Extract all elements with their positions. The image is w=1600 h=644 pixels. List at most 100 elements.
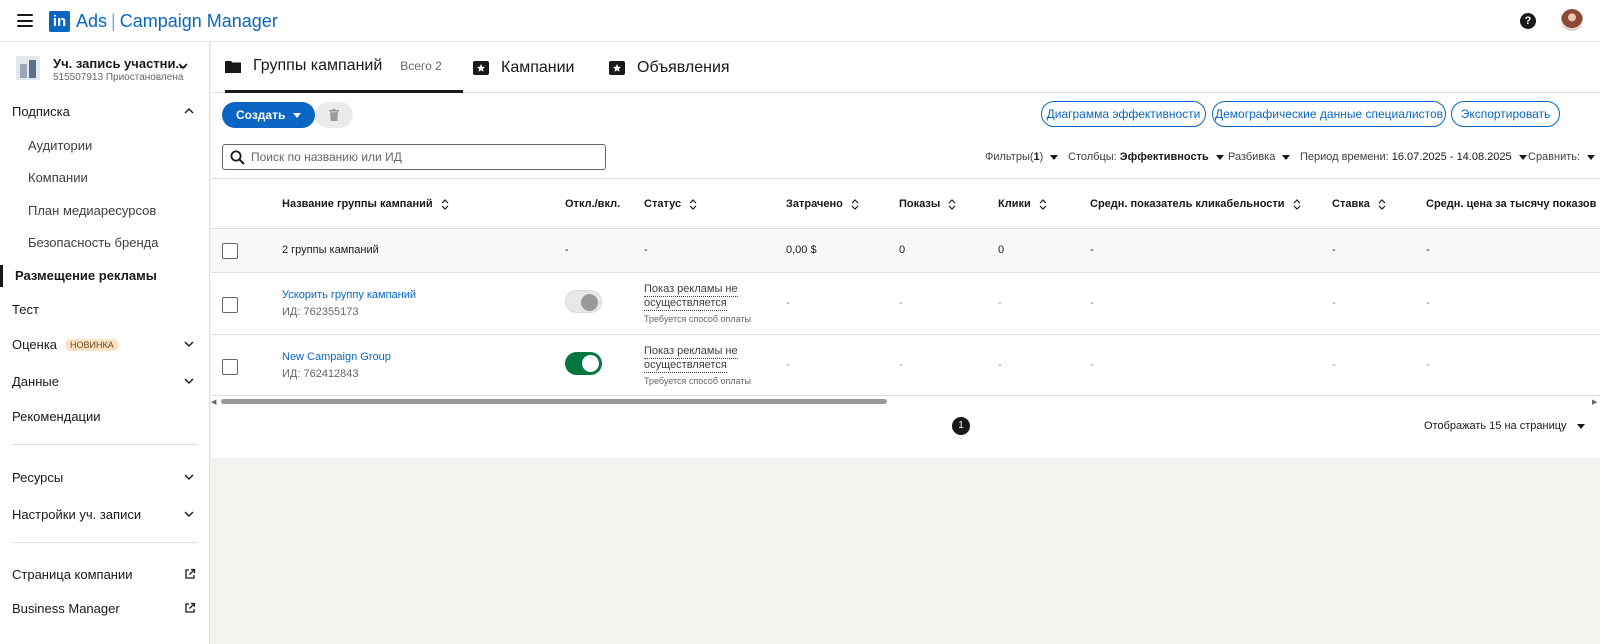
row-checkbox[interactable] <box>222 359 238 375</box>
row-checkbox[interactable] <box>222 297 238 313</box>
status-cell[interactable]: Показ рекламы не осуществляется Требуетс… <box>644 283 751 326</box>
chevron-down-icon[interactable] <box>183 375 195 387</box>
sidebar-item-brand-safety[interactable]: Безопасность бренда <box>28 235 158 250</box>
sidebar-item-test[interactable]: Тест <box>12 302 39 317</box>
sort-icon <box>851 198 859 210</box>
external-link-icon[interactable] <box>184 602 196 614</box>
status-toggle[interactable] <box>565 290 602 313</box>
search-input[interactable] <box>251 148 591 166</box>
help-icon[interactable]: ? <box>1520 13 1536 29</box>
menu-icon[interactable] <box>17 14 33 27</box>
sidebar-item-evaluation[interactable]: Оценка НОВИНКА <box>12 337 119 352</box>
period-label: Период времени: <box>1300 151 1389 163</box>
sidebar-item-account-settings[interactable]: Настройки уч. записи <box>12 507 141 522</box>
table-summary-row: 2 группы кампаний - - 0,00 $ 0 0 - - - <box>211 228 1600 272</box>
compare-dropdown[interactable]: Сравнить: <box>1528 151 1596 163</box>
chevron-down-icon[interactable] <box>177 60 189 75</box>
column-header-label: Ставка <box>1332 198 1370 210</box>
columns-dropdown[interactable]: Столбцы: Эффективность <box>1068 151 1224 163</box>
tab-bar: Группы кампаний Всего 2 Кампании Объявле… <box>211 42 1600 93</box>
status-toggle[interactable] <box>565 352 602 375</box>
chevron-down-icon[interactable] <box>183 471 195 483</box>
sort-icon <box>1039 198 1047 210</box>
sidebar-item-media-plan[interactable]: План медиаресурсов <box>28 203 156 218</box>
row-clicks: - <box>998 297 1002 309</box>
tab-campaigns[interactable]: Кампании <box>473 42 575 93</box>
sidebar-item-recommendations[interactable]: Рекомендации <box>12 409 101 424</box>
chevron-down-icon[interactable] <box>183 508 195 520</box>
select-all-checkbox[interactable] <box>222 243 238 259</box>
search-field[interactable] <box>222 144 606 170</box>
search-icon <box>230 150 245 165</box>
delete-button[interactable] <box>315 102 353 128</box>
create-button[interactable]: Создать <box>222 102 316 128</box>
demographics-button[interactable]: Демографические данные специалистов <box>1212 101 1446 127</box>
status-cell[interactable]: Показ рекламы не осуществляется Требуетс… <box>644 345 751 388</box>
sidebar-item-ad-placement[interactable]: Размещение рекламы <box>0 265 210 287</box>
campaign-group-name-link[interactable]: Ускорить группу кампаний <box>282 289 416 301</box>
scroll-left-icon[interactable]: ◀ <box>211 398 216 406</box>
column-header-status[interactable]: Статус <box>644 198 697 210</box>
sidebar-item-business-manager[interactable]: Business Manager <box>12 601 120 616</box>
sidebar-item-audiences[interactable]: Аудитории <box>28 138 92 153</box>
scroll-right-icon[interactable]: ▶ <box>1592 398 1597 406</box>
row-cpm: - <box>1426 297 1430 309</box>
column-header-bid[interactable]: Ставка <box>1332 198 1386 210</box>
tab-campaign-groups[interactable]: Группы кампаний Всего 2 <box>225 42 463 93</box>
period-dropdown[interactable]: Период времени: 16.07.2025 - 14.08.2025 <box>1300 151 1527 163</box>
column-header-cpm[interactable]: Средн. цена за тысячу показов <box>1426 198 1596 210</box>
per-page-dropdown[interactable]: Отображать 15 на страницу <box>1424 420 1585 432</box>
sidebar-item-resources[interactable]: Ресурсы <box>12 470 63 485</box>
row-cpm: - <box>1426 359 1430 371</box>
sidebar-item-label: Оценка <box>12 337 58 352</box>
payment-required-note: Требуется способ оплаты <box>644 376 752 386</box>
period-value: 16.07.2025 - 14.08.2025 <box>1391 151 1512 163</box>
column-header-ctr[interactable]: Средн. показатель кликабельности <box>1090 198 1301 210</box>
avatar[interactable] <box>1561 9 1583 31</box>
column-header-label: Клики <box>998 198 1031 210</box>
caret-down-icon <box>1282 154 1291 160</box>
breakdown-dropdown[interactable]: Разбивка <box>1228 151 1291 163</box>
column-header-toggle: Откл./вкл. <box>565 198 621 210</box>
chevron-up-icon[interactable] <box>183 105 195 117</box>
row-spent: - <box>786 297 790 309</box>
main-panel: Группы кампаний Всего 2 Кампании Объявле… <box>211 42 1600 458</box>
column-header-name[interactable]: Название группы кампаний <box>282 198 449 210</box>
performance-chart-button[interactable]: Диаграмма эффективности <box>1041 101 1206 127</box>
column-header-impressions[interactable]: Показы <box>899 198 956 210</box>
column-header-label: Название группы кампаний <box>282 198 433 210</box>
column-header-clicks[interactable]: Клики <box>998 198 1047 210</box>
brand-title[interactable]: Ads | Campaign Manager <box>76 11 278 32</box>
sidebar-item-data[interactable]: Данные <box>12 374 59 389</box>
row-ctr: - <box>1090 297 1094 309</box>
horizontal-scrollbar[interactable]: ◀ ▶ <box>211 397 1600 406</box>
summary-status: - <box>644 244 648 256</box>
tab-ads[interactable]: Объявления <box>609 42 730 93</box>
sidebar-item-subscription[interactable]: Подписка <box>12 104 70 119</box>
scrollbar-thumb[interactable] <box>221 399 887 404</box>
sidebar-item-companies[interactable]: Компании <box>28 170 88 185</box>
linkedin-logo[interactable]: in <box>49 11 70 32</box>
column-header-spent[interactable]: Затрачено <box>786 198 859 210</box>
sidebar-item-company-page[interactable]: Страница компании <box>12 567 133 582</box>
caret-down-icon <box>1587 154 1596 160</box>
table-row: Ускорить группу кампаний ИД: 762355173 П… <box>211 272 1600 334</box>
page-1-button[interactable]: 1 <box>952 417 970 435</box>
filters-label: Фильтры( <box>985 151 1034 163</box>
row-clicks: - <box>998 359 1002 371</box>
summary-name: 2 группы кампаний <box>282 244 379 256</box>
sidebar-divider <box>12 542 198 543</box>
campaign-group-name-link[interactable]: New Campaign Group <box>282 351 391 363</box>
account-switcher[interactable]: Уч. запись участни... 515507913 Приостан… <box>12 54 202 94</box>
external-link-icon[interactable] <box>184 568 196 580</box>
filters-dropdown[interactable]: Фильтры(1) <box>985 151 1059 163</box>
row-spent: - <box>786 359 790 371</box>
chevron-down-icon[interactable] <box>183 338 195 350</box>
summary-spent: 0,00 $ <box>786 244 817 256</box>
column-header-label: Показы <box>899 198 941 210</box>
export-button[interactable]: Экспортировать <box>1451 101 1560 127</box>
sort-icon <box>1293 198 1300 210</box>
account-subtitle: 515507913 Приостановлена <box>53 72 184 83</box>
sort-icon <box>689 198 697 210</box>
brand-separator: | <box>111 11 116 31</box>
